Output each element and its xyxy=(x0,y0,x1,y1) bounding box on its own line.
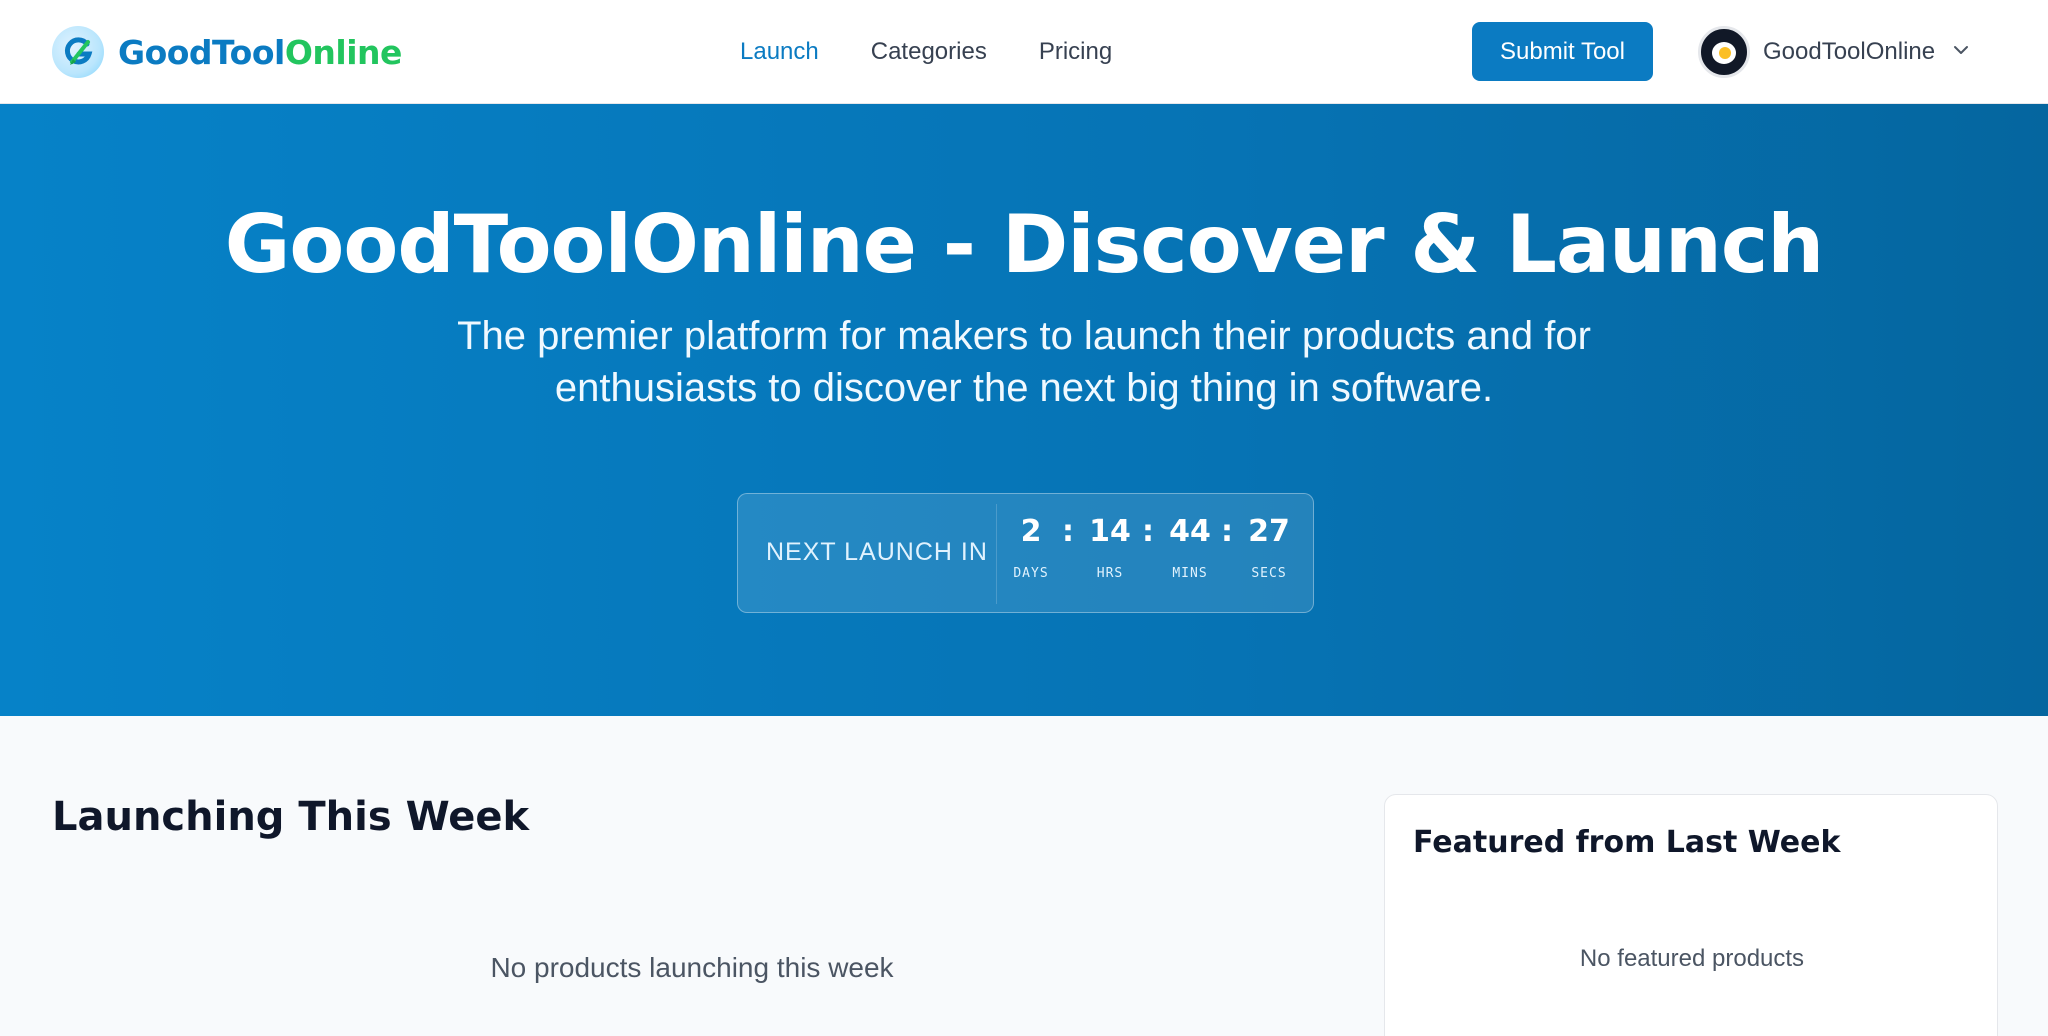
nav-item-categories[interactable]: Categories xyxy=(871,30,987,74)
launching-this-week-heading: Launching This Week xyxy=(52,794,530,840)
launching-empty-state: No products launching this week xyxy=(490,952,894,983)
logo-text-part2: Online xyxy=(284,32,403,72)
hero-section: GoodToolOnline - Discover & Launch The p… xyxy=(0,104,2048,716)
countdown-days-caption: DAYS xyxy=(1013,566,1049,581)
featured-heading: Featured from Last Week xyxy=(1413,825,1841,860)
featured-empty-state: No featured products xyxy=(1579,945,1805,972)
countdown-mins: 44 MINS xyxy=(1160,512,1220,581)
featured-panel: Featured from Last Week No featured prod… xyxy=(1384,794,1998,1036)
hero-title: GoodToolOnline - Discover & Launch xyxy=(224,198,1824,291)
countdown-label: NEXT LAUNCH IN xyxy=(766,538,988,566)
countdown-hours-caption: HRS xyxy=(1096,566,1124,581)
logo-text-part1: GoodTool xyxy=(118,32,285,72)
countdown-separator: : xyxy=(1062,514,1074,549)
countdown-hours: 14 HRS xyxy=(1080,512,1140,581)
countdown-mins-value: 44 xyxy=(1169,514,1211,549)
countdown-days: 2 DAYS xyxy=(1001,512,1061,581)
countdown-secs: 27 SECS xyxy=(1239,512,1299,581)
chevron-down-icon xyxy=(1951,40,1971,65)
logo-text: GoodToolOnline xyxy=(118,33,402,72)
countdown-days-value: 2 xyxy=(1020,514,1042,549)
launch-countdown: NEXT LAUNCH IN 2 DAYS : 14 HRS : 44 MINS… xyxy=(737,493,1314,613)
countdown-mins-caption: MINS xyxy=(1172,566,1208,581)
countdown-secs-caption: SECS xyxy=(1251,566,1287,581)
countdown-secs-value: 27 xyxy=(1248,514,1290,549)
countdown-divider xyxy=(996,504,997,604)
site-logo[interactable]: GoodToolOnline xyxy=(52,24,402,80)
nav-item-launch[interactable]: Launch xyxy=(740,30,819,74)
hero-subtitle: The premier platform for makers to launc… xyxy=(457,314,1591,410)
submit-tool-button[interactable]: Submit Tool xyxy=(1472,22,1653,81)
countdown-hours-value: 14 xyxy=(1089,514,1131,549)
user-menu[interactable]: GoodToolOnline xyxy=(1698,26,1971,78)
countdown-separator: : xyxy=(1142,514,1154,549)
main-nav: Launch Categories Pricing xyxy=(740,30,1164,74)
logo-icon xyxy=(52,26,104,78)
countdown-separator: : xyxy=(1221,514,1233,549)
user-name: GoodToolOnline xyxy=(1763,38,1936,65)
top-header: GoodToolOnline Launch Categories Pricing… xyxy=(0,0,2048,104)
nav-item-pricing[interactable]: Pricing xyxy=(1039,30,1112,74)
avatar-icon xyxy=(1698,26,1750,78)
